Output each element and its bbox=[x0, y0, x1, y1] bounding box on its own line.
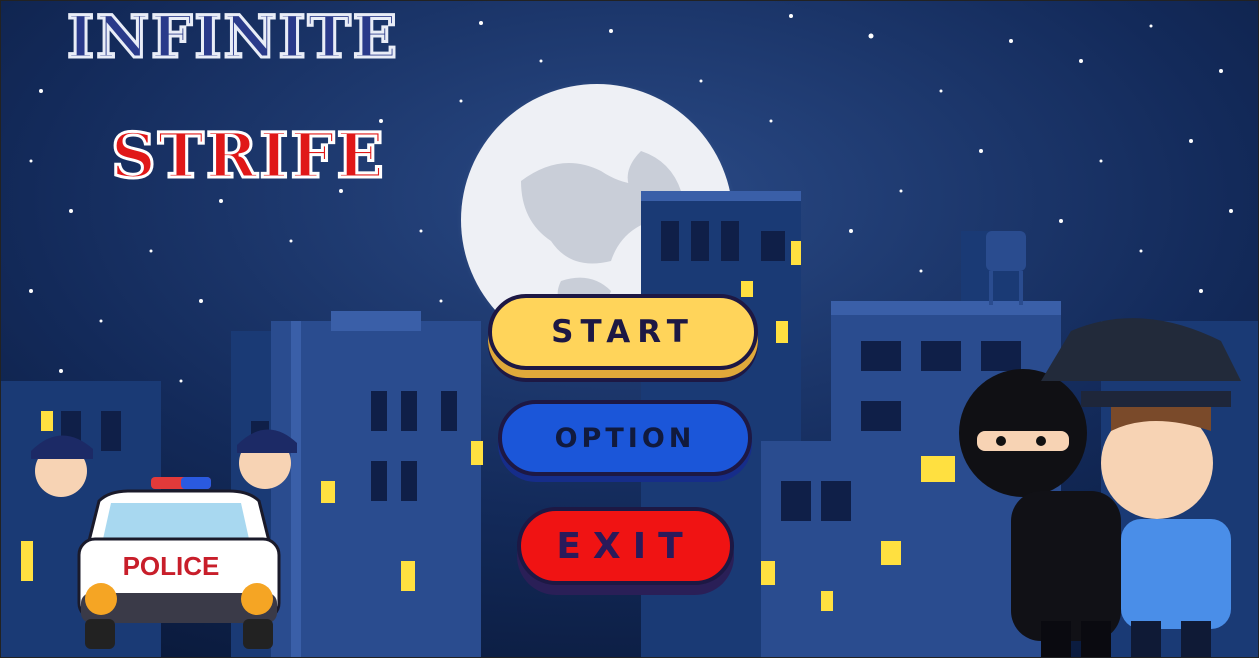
game-title-line1: INFINITE bbox=[66, 2, 399, 73]
game-title-line2: STRIFE bbox=[110, 118, 386, 194]
exit-button[interactable]: EXIT bbox=[517, 507, 734, 585]
main-menu-screen: POLICE INFINITE STRIFE START OPTION EXIT bbox=[0, 0, 1259, 658]
start-button[interactable]: START bbox=[488, 294, 758, 370]
option-button[interactable]: OPTION bbox=[498, 400, 752, 476]
police-car-label: POLICE bbox=[123, 551, 220, 581]
